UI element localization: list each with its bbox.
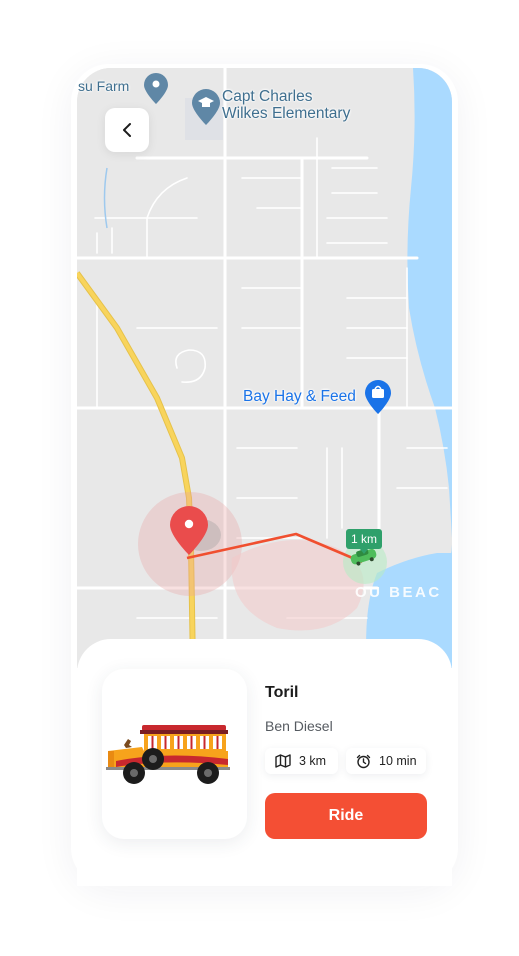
chevron-left-icon xyxy=(123,123,131,137)
map-label-school-line2: Wilkes Elementary xyxy=(222,105,351,122)
driver-name: Ben Diesel xyxy=(265,718,333,734)
route-name: Toril xyxy=(265,684,299,701)
duration-chip: 10 min xyxy=(346,748,426,774)
map-label-beach: OU BEAC xyxy=(355,584,442,601)
jeepney-icon xyxy=(106,725,230,784)
map-label-store: Bay Hay & Feed xyxy=(243,388,356,405)
vehicle-distance-tag: 1 km xyxy=(346,529,382,554)
map-label-farm: su Farm xyxy=(78,78,130,94)
map-icon xyxy=(275,754,291,768)
duration-value: 10 min xyxy=(379,754,417,768)
vehicle-card xyxy=(102,669,247,839)
distance-chip: 3 km xyxy=(265,748,338,774)
map-view[interactable] xyxy=(77,68,452,668)
map-label-school: Capt Charles Wilkes Elementary xyxy=(222,88,350,122)
alarm-clock-icon xyxy=(356,754,371,768)
ride-button[interactable]: Ride xyxy=(265,793,427,839)
back-button[interactable] xyxy=(105,108,149,152)
map-canvas xyxy=(77,68,452,668)
map-label-school-line1: Capt Charles xyxy=(222,88,313,105)
distance-value: 3 km xyxy=(299,754,327,768)
